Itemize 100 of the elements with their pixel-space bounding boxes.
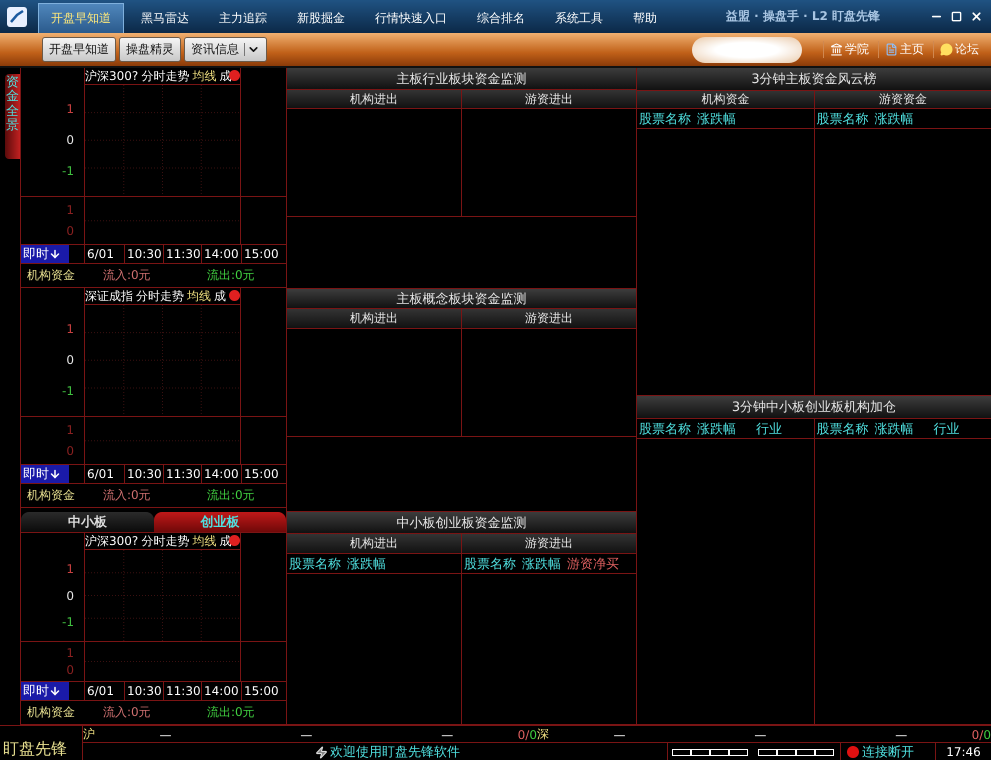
inflow-value: 流入:0元	[103, 487, 152, 504]
time-label: 11:30	[163, 465, 201, 483]
column-header: 股票名称	[816, 420, 868, 438]
axis-tick: -1	[62, 164, 74, 178]
axis-tick: 1	[66, 102, 74, 116]
market-label: 沪	[83, 726, 95, 743]
axis-tick: 1	[66, 646, 74, 660]
outflow-value: 流出:0元	[207, 267, 256, 284]
toolbar-button[interactable]: 开盘早知道	[42, 37, 116, 62]
axis-tick: 0	[66, 663, 74, 678]
column-header: 行业	[755, 420, 782, 438]
progress-segments-icon	[758, 748, 834, 756]
menu-tab[interactable]: 行情快速入口	[362, 3, 460, 33]
toolbar-link[interactable]: 学院	[823, 41, 875, 58]
section-header: 3分钟中小板创业板机构加仓	[637, 396, 991, 419]
time-label: 6/01	[84, 465, 124, 483]
connection-status: 连接断开	[862, 744, 914, 760]
info-label: 机构资金	[27, 487, 76, 504]
toolbar-button[interactable]: 操盘精灵	[119, 37, 181, 62]
axis-tick: 0	[66, 224, 74, 238]
side-tab[interactable]: 资金全景	[5, 74, 20, 160]
app-logo-icon	[6, 6, 28, 28]
column-header: 涨跌幅	[697, 110, 736, 128]
market-value: —	[894, 728, 908, 742]
time-label: 15:00	[241, 682, 286, 700]
column-group-header: 机构资金	[637, 91, 814, 108]
menu-tab[interactable]: 新股掘金	[284, 3, 358, 33]
time-label: 15:00	[241, 245, 286, 263]
down-arrow-icon	[49, 248, 61, 260]
section-header: 中小板创业板资金监测	[287, 512, 636, 534]
outflow-value: 流出:0元	[207, 704, 256, 721]
chart-title: 沪深300?	[85, 533, 138, 549]
chat-icon	[940, 43, 953, 56]
clock-time: 17:46	[935, 743, 991, 760]
progress-segments-icon	[672, 748, 748, 756]
time-label: 10:30	[124, 465, 163, 483]
lightning-icon	[315, 746, 328, 758]
menu-tab[interactable]: 黑马雷达	[128, 3, 202, 33]
maximize-icon[interactable]	[951, 11, 962, 22]
column-group-header: 游资进出	[461, 534, 636, 553]
info-label: 机构资金	[27, 267, 76, 284]
chart-label: 成	[214, 288, 226, 304]
column-group-header: 机构进出	[287, 90, 461, 108]
column-header: 股票名称	[639, 420, 691, 438]
realtime-button[interactable]: 即时	[21, 465, 69, 483]
chart-title: 深证成指	[85, 288, 133, 304]
column-header: 涨跌幅	[522, 556, 561, 572]
menu-tab[interactable]: 综合排名	[464, 3, 538, 33]
menu-tab[interactable]: 开盘早知道	[38, 3, 124, 33]
axis-tick: 0	[66, 133, 74, 148]
info-label: 机构资金	[27, 704, 76, 721]
column-group-header: 游资进出	[461, 309, 636, 328]
page-icon	[885, 43, 898, 56]
section-header: 3分钟主板资金风云榜	[637, 68, 991, 91]
column-header: 涨跌幅	[874, 420, 914, 438]
column-header: 涨跌幅	[874, 110, 914, 128]
axis-tick: 0	[66, 444, 74, 458]
realtime-button[interactable]: 即时	[21, 682, 69, 700]
market-value: —	[753, 728, 768, 742]
axis-tick: 0	[66, 353, 74, 368]
realtime-button[interactable]: 即时	[21, 245, 69, 263]
menu-tab[interactable]: 主力追踪	[206, 3, 280, 33]
chart-label: 均线	[192, 533, 216, 549]
dropdown-toggle[interactable]	[244, 43, 260, 56]
market-value: —	[612, 728, 626, 742]
menu-tab[interactable]: 系统工具	[542, 3, 616, 33]
inflow-value: 流入:0元	[103, 704, 152, 721]
help-icon[interactable]	[229, 535, 240, 546]
time-label: 6/01	[84, 682, 124, 700]
toolbar-link[interactable]: 主页	[878, 41, 930, 58]
column-group-header: 机构进出	[287, 309, 461, 328]
market-value: —	[158, 728, 172, 742]
axis-tick: -1	[62, 384, 74, 398]
time-label: 15:00	[241, 465, 286, 483]
column-header: 游资净买	[567, 556, 619, 572]
menu-tab[interactable]: 帮助	[620, 3, 670, 33]
column-header: 股票名称	[639, 110, 691, 128]
axis-tick: 0	[66, 588, 74, 602]
time-label: 10:30	[124, 245, 163, 263]
column-group-header: 游资资金	[814, 91, 991, 108]
board-tab[interactable]: 中小板	[21, 512, 154, 532]
close-icon[interactable]	[970, 10, 983, 23]
section-header: 主板概念板块资金监测	[287, 289, 636, 309]
app-title: 益盟 · 操盘手 · L2 盯盘先锋	[726, 8, 880, 25]
column-header: 股票名称	[816, 110, 868, 128]
column-header: 股票名称	[464, 556, 516, 572]
toolbar-link[interactable]: 论坛	[933, 41, 985, 58]
toolbar-button[interactable]: 资讯信息	[184, 37, 267, 62]
time-label: 14:00	[201, 682, 241, 700]
time-label: 6/01	[84, 245, 124, 263]
market-label: 深	[537, 726, 549, 743]
chart-label: 分时走势	[136, 288, 184, 304]
board-tab[interactable]: 创业板	[154, 512, 286, 532]
section-header: 主板行业板块资金监测	[287, 68, 636, 90]
chart-title: 沪深300?	[85, 68, 138, 84]
building-icon	[830, 43, 843, 56]
chart-label: 均线	[187, 288, 211, 304]
help-icon[interactable]	[229, 70, 240, 81]
column-group-header: 机构进出	[287, 534, 461, 553]
column-header: 涨跌幅	[347, 556, 386, 572]
